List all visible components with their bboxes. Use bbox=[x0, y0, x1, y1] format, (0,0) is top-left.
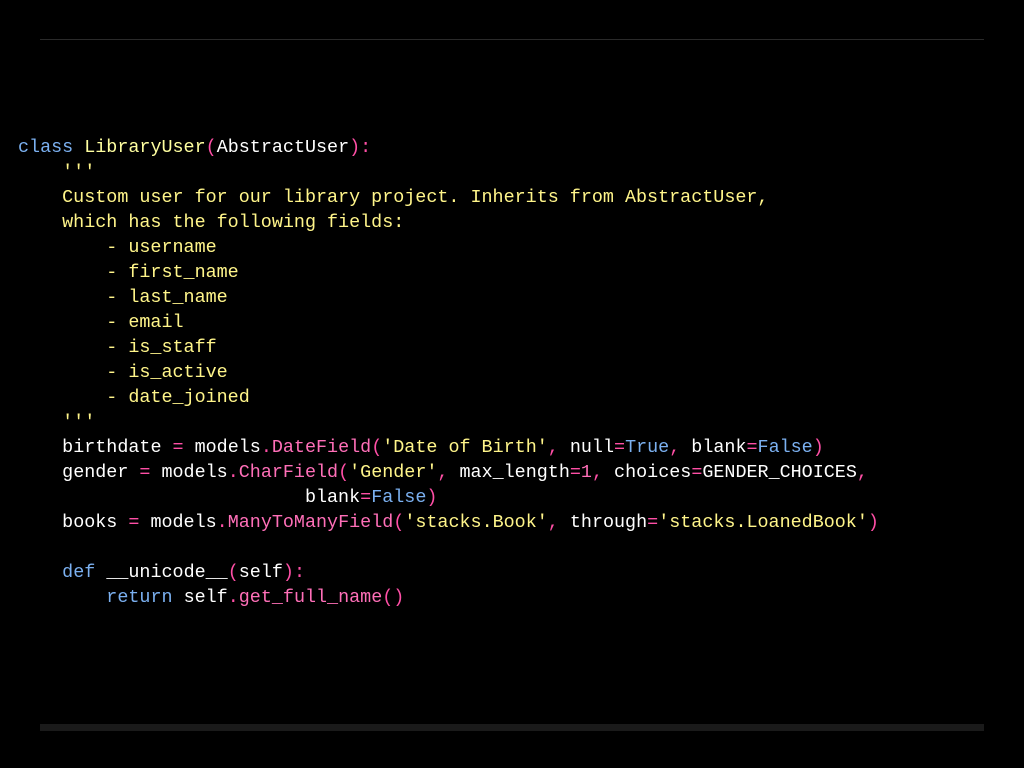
docstring-field-item: - username bbox=[18, 237, 217, 258]
assign-op: = bbox=[117, 512, 151, 533]
base-class: AbstractUser bbox=[216, 137, 350, 158]
top-divider bbox=[40, 39, 984, 40]
code-line-def: def __unicode__(self): bbox=[18, 560, 879, 585]
function-name: CharField bbox=[238, 462, 339, 483]
function-name: DateField bbox=[271, 437, 372, 458]
docstring-line: Custom user for our library project. Inh… bbox=[18, 187, 769, 208]
module: models bbox=[150, 512, 217, 533]
constant-name: GENDER_CHOICES bbox=[702, 462, 857, 483]
constant: False bbox=[757, 437, 813, 458]
equals: = bbox=[691, 462, 703, 483]
string-literal: 'stacks.Book' bbox=[404, 512, 548, 533]
variable: gender bbox=[62, 462, 129, 483]
code-line-return: return self.get_full_name() bbox=[18, 585, 879, 610]
module: models bbox=[194, 437, 261, 458]
docstring-close: ''' bbox=[18, 412, 96, 433]
dot: . bbox=[227, 587, 239, 608]
function-name: get_full_name bbox=[238, 587, 383, 608]
equals: = bbox=[614, 437, 626, 458]
dot: . bbox=[227, 462, 239, 483]
code-line-birthdate: birthdate = models.DateField('Date of Bi… bbox=[18, 435, 879, 460]
keyword-return: return bbox=[106, 587, 173, 608]
paren-open: ( bbox=[393, 512, 405, 533]
assign-op: = bbox=[161, 437, 195, 458]
docstring-field-item: - is_active bbox=[18, 362, 228, 383]
kwarg-name: blank bbox=[691, 437, 747, 458]
docstring-field-item: - date_joined bbox=[18, 387, 250, 408]
variable: birthdate bbox=[62, 437, 162, 458]
kwarg-name: through bbox=[569, 512, 648, 533]
dot: . bbox=[216, 512, 228, 533]
constant: True bbox=[625, 437, 670, 458]
module: models bbox=[161, 462, 228, 483]
string-literal: 'stacks.LoanedBook' bbox=[658, 512, 868, 533]
paren-open: ( bbox=[338, 462, 350, 483]
paren-open: ( bbox=[205, 137, 217, 158]
comma: , bbox=[591, 462, 615, 483]
docstring-line: which has the following fields: bbox=[18, 212, 405, 233]
param-self: self bbox=[238, 562, 283, 583]
class-name: LibraryUser bbox=[84, 137, 206, 158]
code-line-books: books = models.ManyToManyField('stacks.B… bbox=[18, 510, 879, 535]
comma: , bbox=[669, 437, 692, 458]
equals: = bbox=[647, 512, 659, 533]
bottom-bar bbox=[40, 724, 984, 731]
paren-close-colon: ): bbox=[349, 137, 372, 158]
comma: , bbox=[547, 512, 570, 533]
docstring-field-item: - first_name bbox=[18, 262, 239, 283]
paren-close-colon: ): bbox=[282, 562, 305, 583]
kwarg-name: blank bbox=[304, 487, 361, 508]
docstring-field-item: - email bbox=[18, 312, 184, 333]
code-block: class LibraryUser(AbstractUser): ''' Cus… bbox=[18, 135, 879, 610]
call-parens: () bbox=[382, 587, 405, 608]
paren-close: ) bbox=[426, 487, 438, 508]
kwarg-name: choices bbox=[614, 462, 692, 483]
comma: , bbox=[547, 437, 570, 458]
comma: , bbox=[856, 462, 868, 483]
equals: = bbox=[746, 437, 758, 458]
self-object: self bbox=[183, 587, 228, 608]
keyword-def: def bbox=[62, 562, 96, 583]
number-literal: 1 bbox=[580, 462, 592, 483]
kwarg-name: max_length bbox=[459, 462, 570, 483]
method-name: __unicode__ bbox=[106, 562, 228, 583]
code-line: class LibraryUser(AbstractUser): bbox=[18, 135, 879, 160]
paren-close: ) bbox=[812, 437, 824, 458]
assign-op: = bbox=[128, 462, 162, 483]
string-literal: 'Date of Birth' bbox=[382, 437, 548, 458]
paren-close: ) bbox=[867, 512, 879, 533]
function-name: ManyToManyField bbox=[227, 512, 394, 533]
variable: books bbox=[62, 512, 118, 533]
paren-open: ( bbox=[371, 437, 383, 458]
dot: . bbox=[260, 437, 272, 458]
code-line-gender: gender = models.CharField('Gender', max_… bbox=[18, 460, 879, 485]
kwarg-name: null bbox=[569, 437, 615, 458]
docstring-field-item: - last_name bbox=[18, 287, 228, 308]
code-line-gender-cont: blank=False) bbox=[18, 485, 879, 510]
keyword-class: class bbox=[18, 137, 74, 158]
comma: , bbox=[437, 462, 460, 483]
string-literal: 'Gender' bbox=[349, 462, 438, 483]
docstring-field-item: - is_staff bbox=[18, 337, 217, 358]
equals: = bbox=[569, 462, 581, 483]
docstring-open: ''' bbox=[18, 162, 96, 183]
equals: = bbox=[360, 487, 372, 508]
paren-open: ( bbox=[227, 562, 239, 583]
constant: False bbox=[371, 487, 427, 508]
